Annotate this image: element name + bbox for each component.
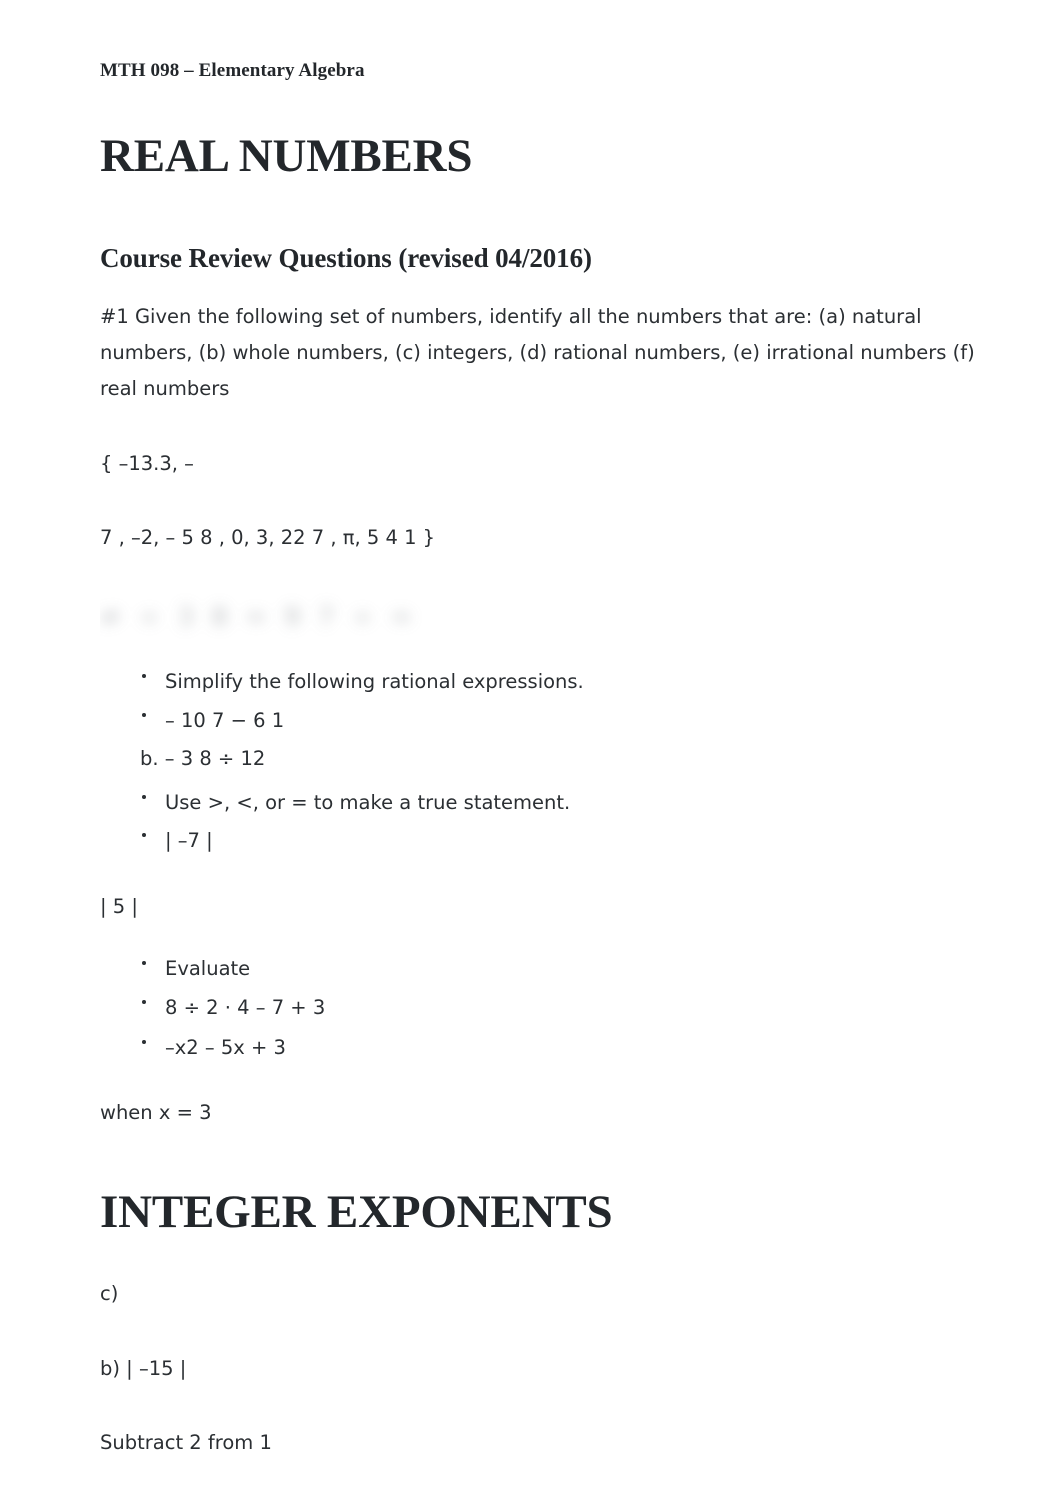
number-set-line-2: 7 , –2, – 5 8 , 0, 3, 22 7 , π, 5 4 1 } [100, 525, 436, 549]
list-item-label: Simplify the following rational expressi… [165, 670, 584, 694]
question-1-paragraph: #1 Given the following set of numbers, i… [100, 304, 975, 401]
list-item-label: | –7 | [165, 829, 213, 853]
bullet-list-simplify: Simplify the following rational expressi… [100, 672, 1010, 730]
number-set-line-1: { –13.3, – [100, 451, 194, 475]
list-item-label: – 10 7 − 6 1 [165, 708, 285, 732]
when-clause: when x = 3 [100, 1101, 212, 1125]
item-c: c) [100, 1282, 119, 1306]
list-item: Evaluate [100, 959, 1010, 979]
item-b-absolute-value: b) | –15 | [100, 1356, 187, 1380]
sub-item-b: b. – 3 8 ÷ 12 [140, 747, 266, 771]
list-item-label: Use >, <, or = to make a true statement. [165, 790, 571, 814]
document-content: MTH 098 – Elementary Algebra REAL NUMBER… [100, 0, 1010, 1461]
blurred-math-glyphs: ≠ ÷ 3 8 ≈ 9 7 ÷ ≈ [100, 602, 417, 632]
absolute-value-five: | 5 | [100, 894, 138, 918]
list-item: Simplify the following rational expressi… [100, 672, 1010, 692]
bullet-list-comparison: Use >, <, or = to make a true statement.… [100, 790, 1010, 851]
list-item: 8 ÷ 2 · 4 – 7 + 3 [100, 998, 1010, 1018]
list-item: –x2 – 5x + 3 [100, 1038, 1010, 1058]
list-item: | –7 | [100, 831, 1010, 851]
bullet-dot-icon [142, 1039, 146, 1044]
list-item-label: 8 ÷ 2 · 4 – 7 + 3 [165, 996, 326, 1020]
blurred-math-expression: ≠ ÷ 3 8 ≈ 9 7 ÷ ≈ [100, 586, 480, 648]
bullet-dot-icon [142, 794, 146, 799]
bullet-dot-icon [142, 833, 146, 838]
bullet-dot-icon [142, 674, 146, 679]
section-title-real-numbers: REAL NUMBERS [100, 129, 473, 182]
document-page: MTH 098 – Elementary Algebra REAL NUMBER… [0, 0, 1062, 1506]
list-item: Use >, <, or = to make a true statement. [100, 790, 1010, 814]
bullet-dot-icon [142, 712, 146, 717]
list-item-label: Evaluate [165, 956, 251, 980]
running-header: MTH 098 – Elementary Algebra [100, 60, 365, 81]
subheading-course-review: Course Review Questions (revised 04/2016… [100, 243, 592, 274]
list-item: – 10 7 − 6 1 [100, 708, 1010, 732]
list-item-label: –x2 – 5x + 3 [165, 1035, 286, 1059]
section-title-integer-exponents: INTEGER EXPONENTS [100, 1185, 613, 1238]
bullet-list-evaluate: Evaluate 8 ÷ 2 · 4 – 7 + 3 –x2 – 5x + 3 [100, 959, 1010, 1058]
bullet-dot-icon [142, 960, 146, 965]
instruction-subtract: Subtract 2 from 1 [100, 1430, 272, 1454]
bullet-dot-icon [142, 1000, 146, 1005]
